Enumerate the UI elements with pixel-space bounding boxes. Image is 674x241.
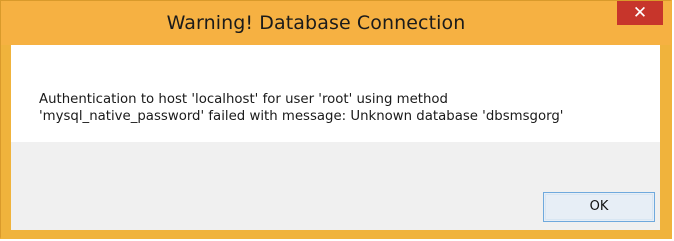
warning-dialog: Warning! Database Connection ✕ Authentic…: [0, 0, 672, 239]
ok-button[interactable]: OK: [543, 192, 655, 222]
message-area: Authentication to host 'localhost' for u…: [11, 45, 660, 142]
error-message: Authentication to host 'localhost' for u…: [39, 91, 649, 125]
close-icon: ✕: [632, 3, 648, 23]
dialog-title: Warning! Database Connection: [166, 12, 466, 34]
button-footer: OK: [11, 142, 660, 230]
title-bar[interactable]: Warning! Database Connection ✕: [1, 1, 671, 45]
message-line-2: 'mysql_native_password' failed with mess…: [39, 109, 564, 124]
close-button[interactable]: ✕: [617, 1, 663, 25]
message-line-1: Authentication to host 'localhost' for u…: [39, 92, 448, 107]
